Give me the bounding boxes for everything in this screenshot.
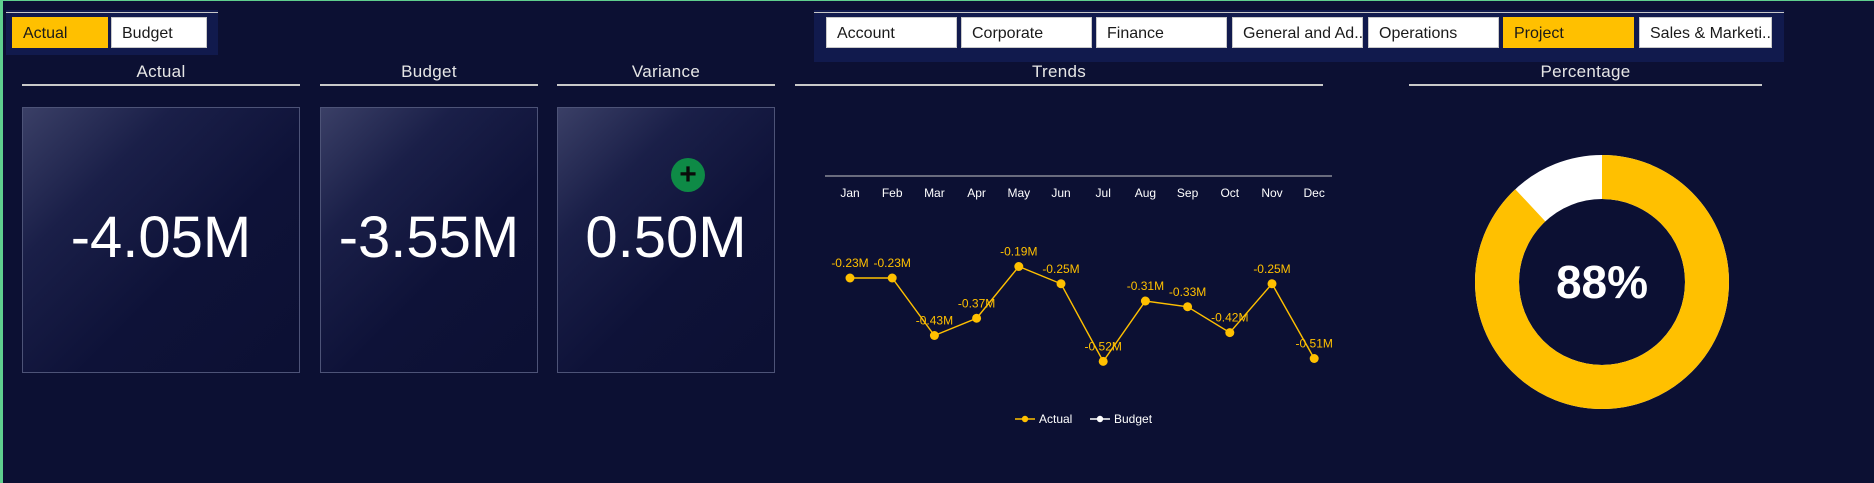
measure-slicer-border <box>6 12 218 13</box>
data-label: -0.23M <box>874 256 911 270</box>
data-label: -0.19M <box>1000 245 1037 259</box>
data-label: -0.51M <box>1296 337 1333 351</box>
x-tick-label: May <box>1007 186 1030 200</box>
budget-section-rule <box>320 84 538 86</box>
variance-section-title: Variance <box>631 62 701 81</box>
data-point <box>1140 296 1150 306</box>
slicer-actual-button[interactable]: Actual <box>12 17 108 48</box>
data-label: -0.43M <box>916 314 953 328</box>
actual-section-title: Actual <box>136 62 186 81</box>
data-point <box>1098 356 1108 366</box>
data-label: -0.25M <box>1253 262 1290 276</box>
window-top-border <box>0 0 1874 1</box>
data-point <box>1267 279 1277 289</box>
x-tick-label: Jul <box>1096 186 1111 200</box>
x-tick-label: Feb <box>882 186 903 200</box>
data-point <box>887 273 897 283</box>
window-left-border <box>0 0 3 483</box>
legend-label: Actual <box>1039 412 1072 426</box>
variance-kpi-value: 0.50M <box>585 205 747 270</box>
x-tick-label: Dec <box>1304 186 1325 200</box>
data-point <box>972 313 982 323</box>
percentage-section-rule <box>1409 84 1762 86</box>
slicer-corporate-button[interactable]: Corporate <box>961 17 1092 48</box>
legend-marker <box>1021 415 1029 423</box>
budget-section-title: Budget <box>401 62 457 81</box>
trend-line-chart: Jan Feb Mar Apr May Jun Jul Aug Sep Oct Nov Dec -0.2… <box>825 175 1333 426</box>
x-tick-label: Jan <box>840 186 859 200</box>
data-label: -0.31M <box>1127 279 1164 293</box>
data-point <box>845 273 855 283</box>
data-point <box>1056 279 1066 289</box>
trends-section-title: Trends <box>1031 62 1087 81</box>
data-point <box>1014 262 1024 271</box>
variance-kpi-card: + 0.50M <box>557 107 775 373</box>
data-point <box>1309 354 1319 363</box>
legend-label: Budget <box>1114 412 1153 426</box>
slicer-operations-button[interactable]: Operations <box>1368 17 1499 48</box>
data-point <box>1225 328 1235 338</box>
x-tick-label: Mar <box>924 186 945 200</box>
slicer-account-button[interactable]: Account <box>826 17 957 48</box>
data-label: -0.33M <box>1169 285 1206 299</box>
slicer-general-admin-button[interactable]: General and Ad... <box>1232 17 1363 48</box>
budget-kpi-value: -3.55M <box>338 205 520 270</box>
budget-kpi-card: -3.55M <box>320 107 538 373</box>
percentage-section-title: Percentage <box>1540 62 1631 81</box>
x-tick-label: Apr <box>967 186 986 200</box>
data-label: -0.25M <box>1042 262 1079 276</box>
plus-circle-icon: + <box>671 158 705 192</box>
x-tick-label: Nov <box>1261 186 1282 200</box>
data-label: -0.42M <box>1211 311 1248 325</box>
trends-section-rule <box>795 84 1323 86</box>
x-tick-label: Oct <box>1220 186 1239 200</box>
legend-marker <box>1096 415 1104 423</box>
data-point <box>929 331 939 340</box>
actual-kpi-card: -4.05M <box>22 107 300 373</box>
data-label: -0.37M <box>958 296 995 310</box>
data-label: -0.52M <box>1085 339 1122 353</box>
x-tick-label: Jun <box>1051 186 1070 200</box>
x-tick-label: Sep <box>1177 186 1199 200</box>
slicer-budget-button[interactable]: Budget <box>111 17 207 48</box>
data-label: -0.23M <box>831 256 868 270</box>
actual-kpi-value: -4.05M <box>70 205 252 270</box>
percentage-value: 88% <box>1555 256 1649 308</box>
department-slicer-border <box>814 12 1784 13</box>
x-tick-label: Aug <box>1135 186 1156 200</box>
slicer-finance-button[interactable]: Finance <box>1096 17 1227 48</box>
actual-section-rule <box>22 84 300 86</box>
slicer-project-button[interactable]: Project <box>1503 17 1634 48</box>
variance-section-rule <box>557 84 775 86</box>
slicer-sales-marketing-button[interactable]: Sales & Marketi... <box>1639 17 1772 48</box>
data-point <box>1183 302 1193 312</box>
